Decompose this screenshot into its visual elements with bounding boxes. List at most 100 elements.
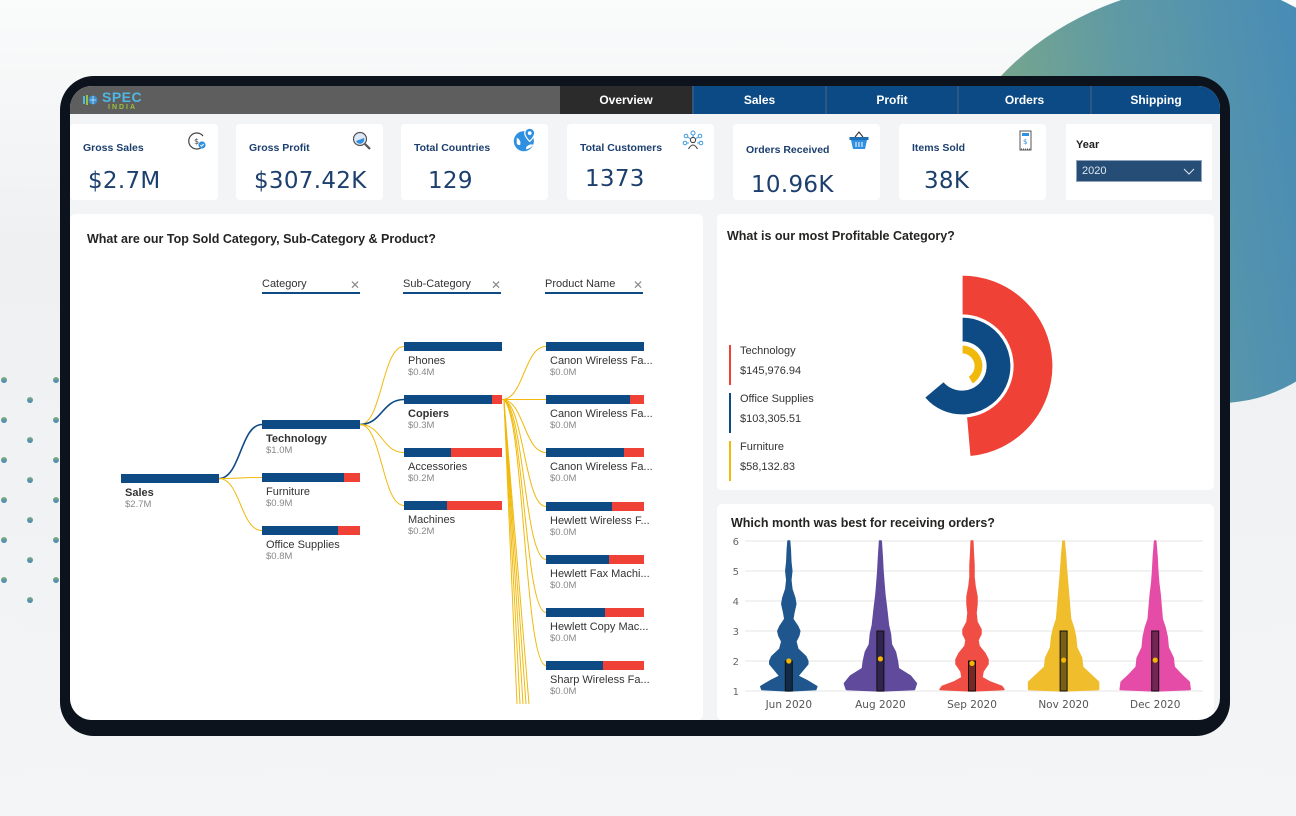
close-icon[interactable]: ✕ xyxy=(633,278,643,292)
tree-node-subcategory[interactable]: Machines $0.2M xyxy=(404,501,502,537)
background-dot xyxy=(53,377,59,383)
tab-shipping[interactable]: Shipping xyxy=(1090,86,1220,114)
svg-text:$: $ xyxy=(194,137,199,146)
tree-node-root[interactable]: Sales $2.7M xyxy=(121,474,219,510)
node-bar-fill xyxy=(404,448,452,457)
node-bar xyxy=(404,448,502,457)
node-label: Furniture xyxy=(266,486,311,498)
x-tick-label: Nov 2020 xyxy=(1038,699,1089,711)
year-dropdown[interactable]: 2020 xyxy=(1076,160,1202,182)
node-bar-remainder xyxy=(611,502,644,511)
y-tick-label: 4 xyxy=(733,597,739,608)
tree-node-subcategory[interactable]: Copiers $0.3M xyxy=(404,395,502,431)
background-dot xyxy=(53,417,59,423)
violin-mean-marker xyxy=(969,660,975,666)
level-header-product-name[interactable]: Product Name ✕ xyxy=(545,278,643,294)
svg-text:$: $ xyxy=(1023,138,1027,146)
legend-item-furniture[interactable]: Furniture $58,132.83 xyxy=(729,441,795,481)
node-bar xyxy=(546,342,644,351)
tree-node-category[interactable]: Furniture $0.9M xyxy=(262,473,360,509)
tab-overview[interactable]: Overview xyxy=(560,86,692,114)
tab-profit[interactable]: Profit xyxy=(825,86,957,114)
violin-mean-marker xyxy=(877,656,883,662)
year-filter-card: Year 2020 xyxy=(1066,124,1212,200)
tree-node-subcategory[interactable]: Phones $0.4M xyxy=(404,342,502,378)
tree-node-product[interactable]: Sharp Wireless Fa... $0.0M xyxy=(546,661,650,697)
violin-mean-marker xyxy=(1061,657,1067,663)
tree-connector xyxy=(218,477,263,479)
tree-node-product[interactable]: Hewlett Copy Mac... $0.0M xyxy=(546,608,649,644)
tree-connector xyxy=(359,424,405,506)
logo-area: SPEC INDIA xyxy=(70,86,560,114)
x-tick-label: Dec 2020 xyxy=(1130,699,1180,711)
node-bar-fill xyxy=(262,473,345,482)
kpi-card-total-countries: Total Countries 129 xyxy=(401,124,548,200)
spec-india-logo: SPEC INDIA xyxy=(82,88,142,112)
node-value: $2.7M xyxy=(125,499,152,510)
node-bar xyxy=(546,395,644,404)
close-icon[interactable]: ✕ xyxy=(491,278,501,292)
background-dot xyxy=(27,397,33,403)
tab-orders[interactable]: Orders xyxy=(957,86,1090,114)
background-dot xyxy=(27,477,33,483)
violin-mean-marker xyxy=(1152,657,1158,663)
tree-node-product[interactable]: Canon Wireless Fa... $0.0M xyxy=(546,395,653,431)
orders-by-month-panel: Which month was best for receiving order… xyxy=(717,504,1214,720)
logo-text-india: INDIA xyxy=(108,103,138,111)
node-bar-fill xyxy=(404,501,448,510)
logo-text-spec: SPEC xyxy=(102,88,143,105)
kpi-card-gross-sales: Gross Sales $2.7M $ xyxy=(70,124,218,200)
tree-node-category[interactable]: Technology $1.0M xyxy=(262,420,360,456)
y-tick-label: 5 xyxy=(733,567,739,578)
globe-pin-icon xyxy=(513,127,536,152)
legend-item-technology[interactable]: Technology $145,976.94 xyxy=(729,345,801,385)
node-label: Copiers xyxy=(408,408,449,420)
node-value: $0.9M xyxy=(266,498,293,509)
node-bar-fill xyxy=(262,526,339,535)
node-bar-remainder xyxy=(602,661,644,670)
node-label: Hewlett Copy Mac... xyxy=(550,621,649,633)
background-dot xyxy=(1,577,7,583)
kpi-title: Total Customers xyxy=(580,142,663,154)
node-bar-remainder xyxy=(338,526,360,535)
node-label: Machines xyxy=(408,514,456,526)
tree-node-subcategory[interactable]: Accessories $0.2M xyxy=(404,448,502,484)
node-value: $0.0M xyxy=(550,580,577,591)
level-header-label: Sub-Category xyxy=(403,278,471,290)
node-bar xyxy=(404,501,502,510)
tree-connector xyxy=(218,423,263,480)
level-header-label: Product Name xyxy=(545,278,616,290)
radial-bar-furniture[interactable] xyxy=(961,344,984,386)
tree-node-category[interactable]: Office Supplies $0.8M xyxy=(262,526,360,562)
close-icon[interactable]: ✕ xyxy=(350,278,360,292)
node-bar-fill xyxy=(546,608,605,617)
level-header-category[interactable]: Category ✕ xyxy=(262,278,360,294)
legend-value: $103,305.51 xyxy=(740,413,802,425)
node-bar xyxy=(404,395,502,404)
node-bar xyxy=(546,661,644,670)
radial-bar-office-supplies[interactable] xyxy=(923,316,1012,416)
top-navigation-bar: SPEC INDIA Overview Sales Profit Orders … xyxy=(70,86,1220,114)
node-bar xyxy=(262,473,360,482)
tree-node-product[interactable]: Hewlett Wireless F... $0.0M xyxy=(546,502,650,538)
tree-connector xyxy=(218,478,263,531)
node-label: Sales xyxy=(125,487,154,499)
tab-sales[interactable]: Sales xyxy=(692,86,825,114)
tree-node-product[interactable]: Hewlett Fax Machi... $0.0M xyxy=(546,555,650,591)
background-dot xyxy=(27,557,33,563)
background-dot xyxy=(1,537,7,543)
node-label: Accessories xyxy=(408,461,468,473)
node-bar xyxy=(546,502,644,511)
receipt-icon: $ xyxy=(1019,130,1032,151)
legend-item-office-supplies[interactable]: Office Supplies $103,305.51 xyxy=(729,393,814,433)
kpi-title: Total Countries xyxy=(414,142,491,154)
node-bar xyxy=(121,474,219,483)
node-value: $0.2M xyxy=(408,526,435,537)
level-header-subcategory[interactable]: Sub-Category ✕ xyxy=(403,278,501,294)
tree-node-product[interactable]: Canon Wireless Fa... $0.0M xyxy=(546,342,653,378)
kpi-value: $2.7M xyxy=(88,168,161,194)
kpi-title: Gross Sales xyxy=(83,142,144,154)
x-tick-label: Sep 2020 xyxy=(947,699,997,711)
tree-node-product[interactable]: Canon Wireless Fa... $0.0M xyxy=(546,448,653,484)
year-filter-label: Year xyxy=(1076,139,1100,151)
